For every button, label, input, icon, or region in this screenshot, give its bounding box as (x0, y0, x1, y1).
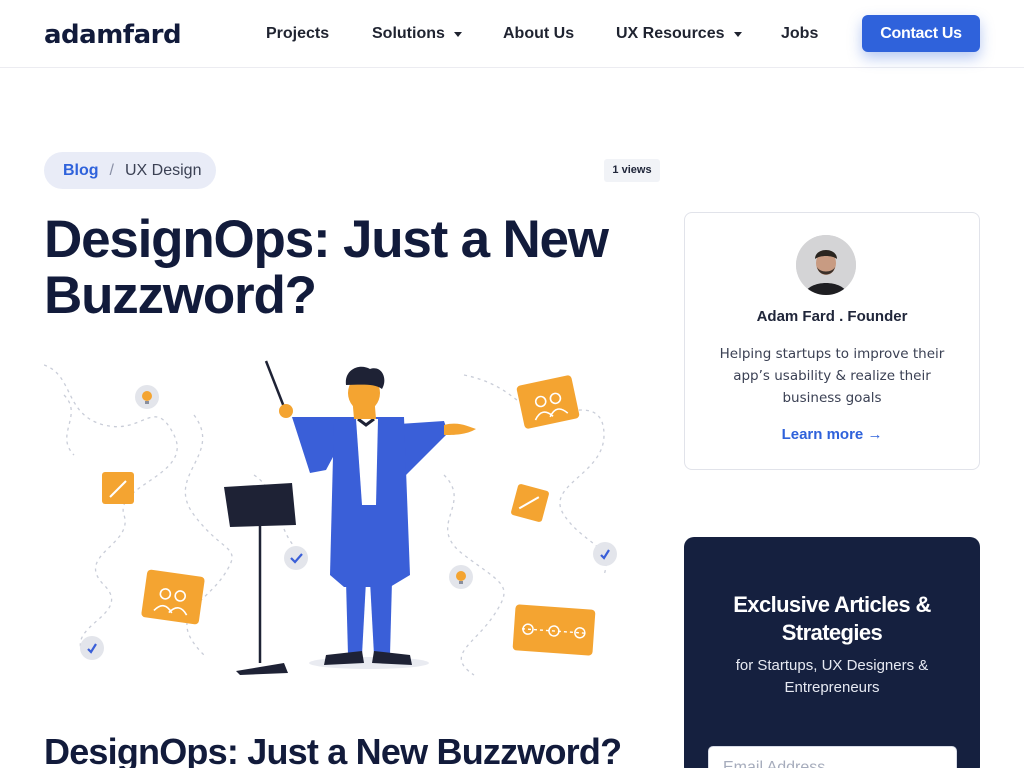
conductor-figure (264, 360, 476, 669)
avatar-photo (796, 235, 856, 295)
edit-card-icon (102, 472, 134, 504)
users-card-icon (516, 375, 580, 429)
site-header: adamfard Projects Solutions About Us UX … (0, 0, 1024, 68)
nav-about-us[interactable]: About Us (503, 24, 574, 44)
conductor-illustration (43, 360, 617, 676)
nav-about-us-label: About Us (503, 25, 575, 42)
author-bio: Helping startups to improve their app’s … (719, 346, 945, 406)
newsletter-box: Exclusive Articles & Strategies for Star… (684, 537, 980, 768)
users-card-icon (141, 569, 205, 625)
breadcrumb-separator: / (109, 161, 114, 179)
timeline-card-icon (512, 604, 596, 656)
hero-illustration (43, 355, 624, 690)
article-subtitle: DesignOps: Just a New Buzzword? (44, 731, 622, 768)
chevron-down-icon (453, 31, 462, 37)
contact-us-button[interactable]: Contact Us (862, 15, 980, 52)
logo[interactable]: adamfard (44, 19, 182, 51)
learn-more-link[interactable]: Learn more → (685, 426, 979, 443)
breadcrumb-current: UX Design (125, 161, 202, 179)
author-card: Adam Fard . Founder Helping startups to … (684, 212, 980, 470)
newsletter-subtitle: for Startups, UX Designers & Entrepreneu… (735, 657, 929, 696)
nav-jobs-label: Jobs (781, 25, 819, 42)
music-stand (224, 483, 296, 675)
nav-solutions-label: Solutions (372, 25, 445, 42)
nav-projects-label: Projects (266, 25, 330, 42)
chevron-down-icon (733, 31, 742, 37)
breadcrumb-blog-link[interactable]: Blog (63, 162, 99, 180)
newsletter-title: Exclusive Articles & Strategies (733, 592, 931, 645)
edit-card-icon (511, 484, 549, 522)
lightbulb-icon (449, 565, 473, 589)
article-title: DesignOps: Just a New Buzzword? (44, 210, 609, 325)
breadcrumb: Blog / UX Design (44, 152, 216, 189)
nav-solutions[interactable]: Solutions (372, 24, 462, 44)
nav-ux-resources[interactable]: UX Resources (616, 24, 742, 44)
check-icon (593, 542, 617, 566)
author-name: Adam Fard . Founder (756, 308, 908, 325)
email-field[interactable] (708, 746, 957, 768)
check-icon (284, 546, 308, 570)
learn-more-label: Learn more (781, 426, 864, 443)
lightbulb-icon (135, 385, 159, 409)
arrow-right-icon: → (867, 426, 883, 443)
check-icon (80, 636, 104, 660)
nav-projects[interactable]: Projects (266, 24, 329, 44)
avatar (796, 235, 856, 295)
nav-jobs[interactable]: Jobs (781, 24, 818, 44)
nav-ux-resources-label: UX Resources (616, 25, 725, 42)
views-badge: 1 views (604, 159, 660, 182)
